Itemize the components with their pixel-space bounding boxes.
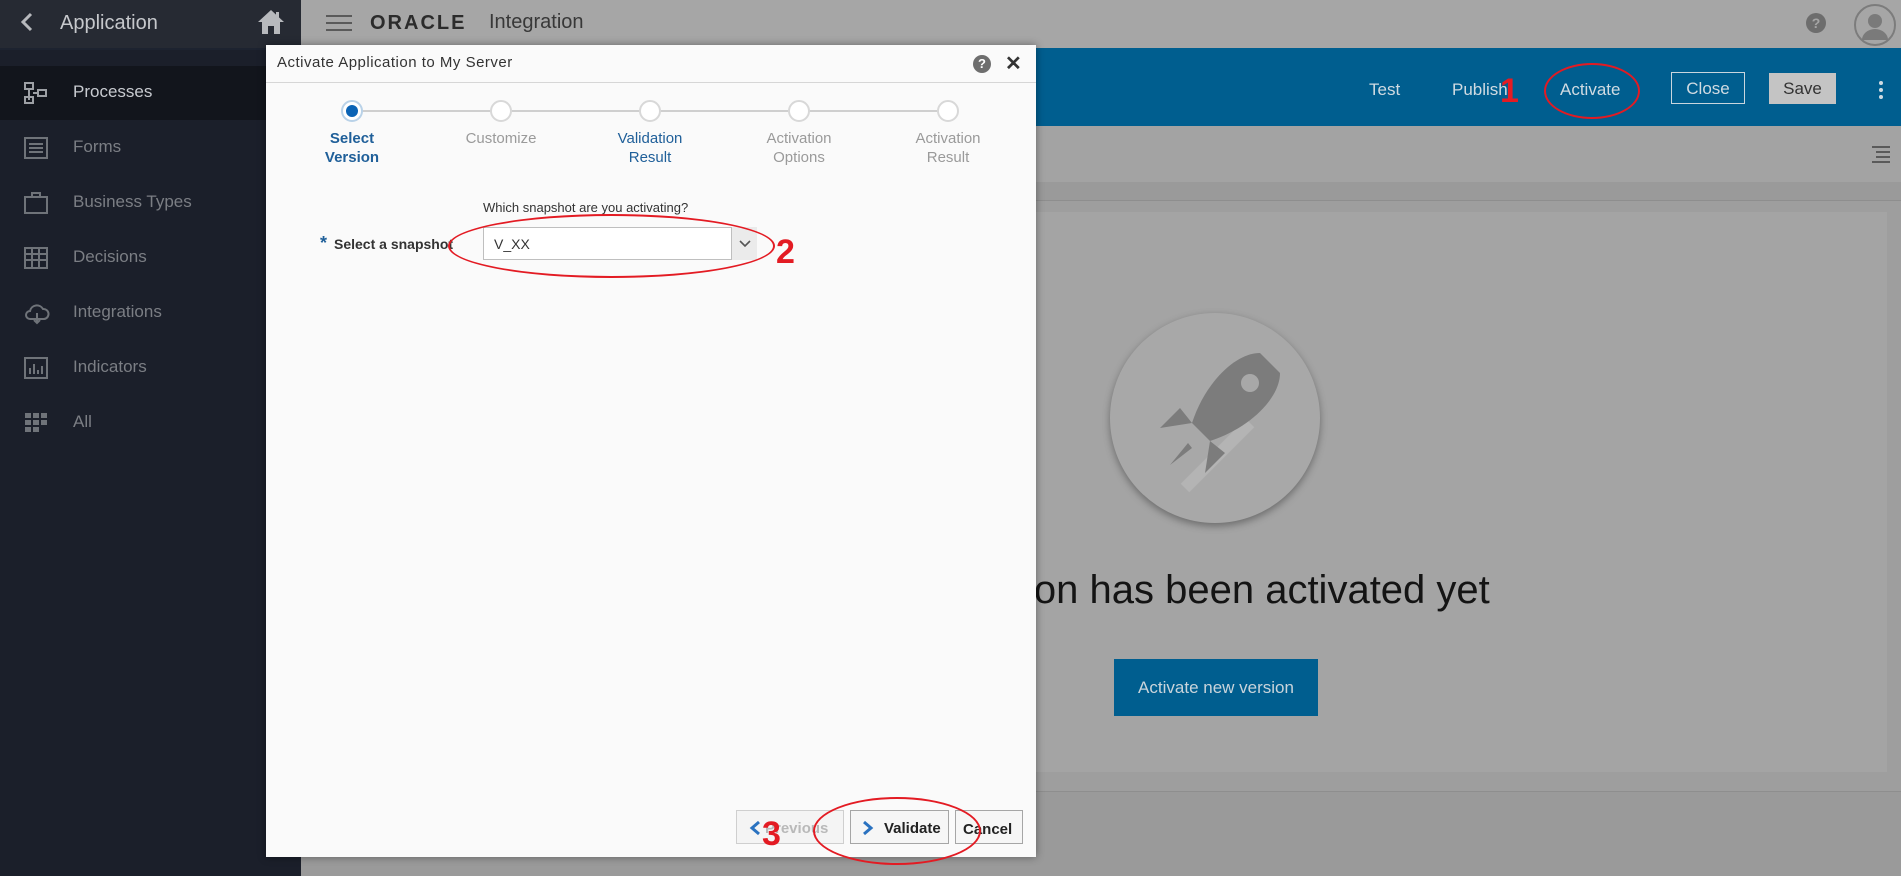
snapshot-hint: Which snapshot are you activating? xyxy=(483,200,689,215)
close-button[interactable]: Close xyxy=(1671,72,1745,104)
required-indicator: * xyxy=(320,233,328,253)
sidebar-item-label: Indicators xyxy=(73,357,147,376)
train-label-select-version: Select Version xyxy=(324,130,380,166)
sidebar-item-forms[interactable]: Forms xyxy=(0,121,301,175)
sidebar-item-label: Integrations xyxy=(73,302,162,321)
sidebar-divider xyxy=(0,48,301,64)
sidebar-item-decisions[interactable]: Decisions xyxy=(0,231,301,285)
train-label-activation-options: Activation Options xyxy=(766,130,832,166)
help-icon[interactable]: ? xyxy=(1806,13,1826,33)
dialog-help-icon[interactable]: ? xyxy=(973,55,991,73)
annotation-number-2: 2 xyxy=(776,233,795,271)
dialog-close-icon[interactable]: ✕ xyxy=(1005,51,1022,76)
sidebar-item-label: Decisions xyxy=(73,247,147,266)
save-button[interactable]: Save xyxy=(1769,73,1836,104)
all-icon xyxy=(24,411,48,435)
dialog-title-divider xyxy=(266,82,1036,83)
processes-icon xyxy=(24,81,48,105)
hamburger-menu-icon[interactable] xyxy=(326,14,352,32)
train-stop-activation-options xyxy=(788,100,810,122)
user-avatar-icon[interactable] xyxy=(1854,4,1896,46)
test-button[interactable]: Test xyxy=(1369,80,1400,100)
list-view-icon[interactable] xyxy=(1870,145,1890,163)
sidebar-item-label: Processes xyxy=(73,82,153,101)
oracle-logo: ORACLE xyxy=(370,12,467,34)
train-label-activation-result: Activation Result xyxy=(915,130,981,166)
train-label-validation-result: Validation Result xyxy=(617,130,683,166)
sidebar-item-all[interactable]: All xyxy=(0,396,301,450)
annotation-number-3: 3 xyxy=(762,815,781,853)
train-stop-validation-result xyxy=(639,100,661,122)
annotation-number-1: 1 xyxy=(1500,72,1519,110)
dialog-title: Activate Application to My Server xyxy=(277,54,513,71)
indicators-icon xyxy=(24,356,48,380)
train-stop-select-version[interactable] xyxy=(341,100,363,122)
annotation-ellipse-snapshot xyxy=(448,214,775,278)
business-types-icon xyxy=(24,191,48,215)
rocket-icon xyxy=(1110,313,1320,523)
forms-icon xyxy=(24,136,48,160)
sidebar-title: Application xyxy=(60,12,158,34)
annotation-ellipse-activate xyxy=(1544,63,1640,119)
train-stop-customize xyxy=(490,100,512,122)
sidebar-item-label: Business Types xyxy=(73,192,192,211)
more-options-icon[interactable] xyxy=(1878,80,1884,100)
activate-new-version-button[interactable]: Activate new version xyxy=(1114,659,1318,716)
train-label-customize: Customize xyxy=(465,130,537,147)
snapshot-label: Select a snapshot xyxy=(334,236,454,252)
sidebar-item-integrations[interactable]: Integrations xyxy=(0,286,301,340)
integrations-icon xyxy=(24,301,50,325)
sidebar-item-processes[interactable]: Processes xyxy=(0,66,301,120)
decisions-icon xyxy=(24,246,48,270)
home-icon[interactable] xyxy=(256,8,286,38)
sidebar-item-indicators[interactable]: Indicators xyxy=(0,341,301,395)
sidebar-item-business-types[interactable]: Business Types xyxy=(0,176,301,230)
back-icon[interactable] xyxy=(20,10,40,36)
empty-state-message: sion has been activated yet xyxy=(1005,568,1490,612)
sidebar-item-label: All xyxy=(73,412,92,431)
annotation-ellipse-validate xyxy=(813,797,981,865)
train-stop-activation-result xyxy=(937,100,959,122)
product-name: Integration xyxy=(489,11,584,33)
sidebar-item-label: Forms xyxy=(73,137,122,156)
